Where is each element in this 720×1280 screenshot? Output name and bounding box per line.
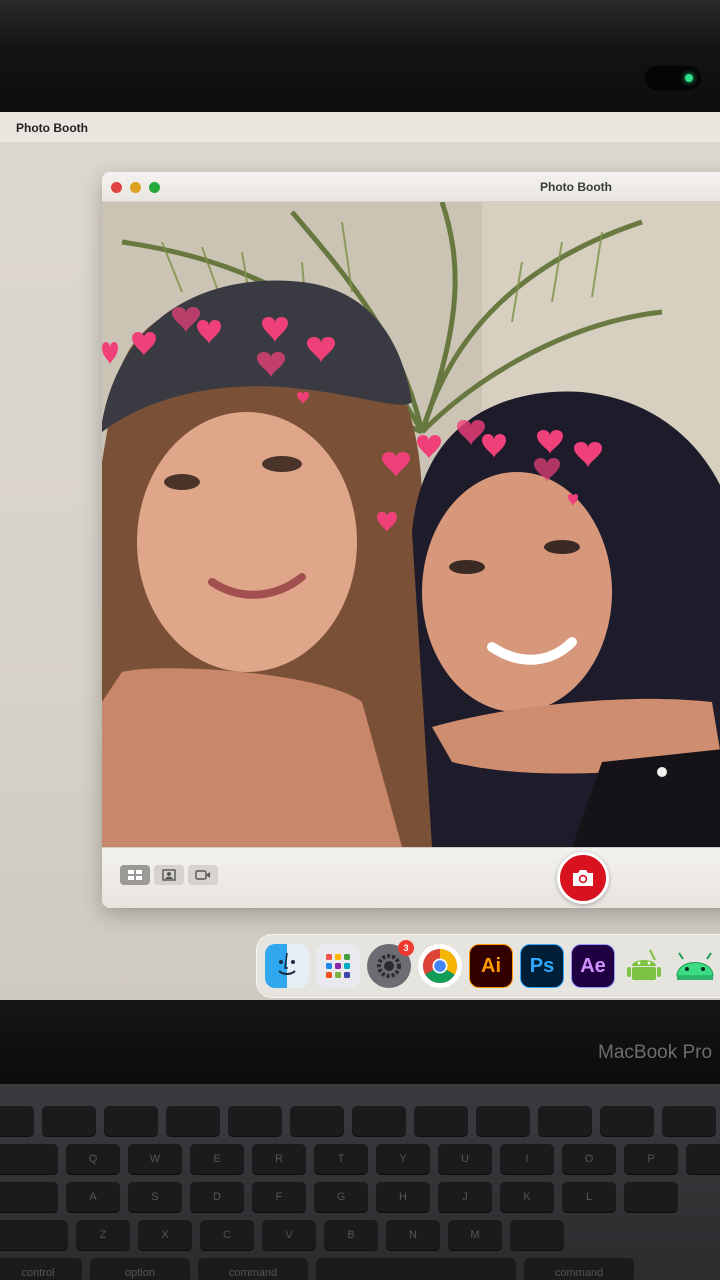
menu-bar: Photo Booth bbox=[0, 112, 720, 142]
key[interactable] bbox=[104, 1106, 158, 1136]
key[interactable] bbox=[686, 1144, 720, 1174]
key[interactable]: Y bbox=[376, 1144, 430, 1174]
dock-item-illustrator[interactable]: Ai bbox=[469, 944, 513, 988]
key[interactable]: A bbox=[66, 1182, 120, 1212]
laptop-screen: Photo Booth Photo Booth 3 Ai Ps Ae bbox=[0, 112, 720, 1004]
key[interactable] bbox=[0, 1220, 68, 1250]
dock-item-after-effects[interactable]: Ae bbox=[571, 944, 615, 988]
dock-item-photoshop[interactable]: Ps bbox=[520, 944, 564, 988]
menu-app-name[interactable]: Photo Booth bbox=[16, 121, 88, 135]
key[interactable]: T bbox=[314, 1144, 368, 1174]
photo-booth-toolbar bbox=[102, 847, 720, 908]
dock-item-system-settings[interactable]: 3 bbox=[367, 940, 414, 988]
key[interactable]: X bbox=[138, 1220, 192, 1250]
key[interactable]: Z bbox=[76, 1220, 130, 1250]
system-settings-icon bbox=[377, 954, 401, 978]
key[interactable] bbox=[166, 1106, 220, 1136]
key[interactable]: command bbox=[524, 1258, 634, 1280]
key[interactable] bbox=[476, 1106, 530, 1136]
key[interactable] bbox=[414, 1106, 468, 1136]
key[interactable]: B bbox=[324, 1220, 378, 1250]
keyboard-row-3: ASDFGHJKL bbox=[0, 1182, 678, 1214]
key[interactable]: J bbox=[438, 1182, 492, 1212]
laptop-top-bezel bbox=[0, 0, 720, 118]
key[interactable]: L bbox=[562, 1182, 616, 1212]
single-photo-button[interactable] bbox=[154, 865, 184, 885]
camera-active-dot bbox=[685, 74, 693, 82]
android-studio-icon bbox=[627, 949, 661, 980]
video-mode-button[interactable] bbox=[188, 865, 218, 885]
chrome-icon bbox=[423, 949, 457, 983]
preview-scene bbox=[102, 202, 720, 847]
key[interactable]: V bbox=[262, 1220, 316, 1250]
dock-item-android[interactable] bbox=[673, 944, 717, 988]
dock-item-chrome[interactable] bbox=[418, 944, 462, 988]
grid-mode-button[interactable] bbox=[120, 865, 150, 885]
key[interactable]: I bbox=[500, 1144, 554, 1174]
window-title: Photo Booth bbox=[540, 180, 612, 194]
camera-icon bbox=[573, 870, 593, 886]
key[interactable]: F bbox=[252, 1182, 306, 1212]
key[interactable]: option bbox=[90, 1258, 190, 1280]
zoom-button[interactable] bbox=[149, 182, 160, 193]
key[interactable] bbox=[624, 1182, 678, 1212]
video-icon bbox=[195, 870, 210, 880]
grid-mode-icon bbox=[128, 870, 142, 880]
key[interactable]: O bbox=[562, 1144, 616, 1174]
camera-indicator bbox=[645, 66, 701, 90]
key[interactable]: G bbox=[314, 1182, 368, 1212]
key[interactable]: S bbox=[128, 1182, 182, 1212]
dock: 3 Ai Ps Ae bbox=[256, 934, 720, 1004]
launchpad-icon bbox=[326, 954, 350, 978]
key[interactable] bbox=[538, 1106, 592, 1136]
key[interactable] bbox=[510, 1220, 564, 1250]
key[interactable]: R bbox=[252, 1144, 306, 1174]
window-titlebar[interactable]: Photo Booth bbox=[102, 172, 720, 202]
key[interactable] bbox=[0, 1182, 58, 1212]
key[interactable] bbox=[316, 1258, 516, 1280]
key[interactable]: control bbox=[0, 1258, 82, 1280]
dock-item-android-studio[interactable] bbox=[622, 944, 666, 988]
notification-badge: 3 bbox=[398, 940, 414, 956]
key[interactable]: N bbox=[386, 1220, 440, 1250]
android-icon bbox=[676, 952, 714, 980]
keyboard-row-2: QWERTYUIOP bbox=[0, 1144, 720, 1176]
key[interactable] bbox=[228, 1106, 282, 1136]
single-photo-icon bbox=[162, 869, 176, 881]
minimize-button[interactable] bbox=[130, 182, 141, 193]
keyboard-row-1 bbox=[0, 1106, 716, 1138]
key[interactable]: D bbox=[190, 1182, 244, 1212]
key[interactable]: command bbox=[198, 1258, 308, 1280]
key[interactable] bbox=[290, 1106, 344, 1136]
key[interactable] bbox=[662, 1106, 716, 1136]
laptop-brand: MacBook Pro bbox=[598, 1042, 713, 1063]
dock-item-finder[interactable] bbox=[265, 944, 309, 1004]
key[interactable] bbox=[0, 1106, 34, 1136]
key[interactable]: Q bbox=[66, 1144, 120, 1174]
key[interactable]: H bbox=[376, 1182, 430, 1212]
key[interactable]: C bbox=[200, 1220, 254, 1250]
photo-booth-window: Photo Booth bbox=[102, 172, 720, 908]
key[interactable] bbox=[352, 1106, 406, 1136]
key[interactable] bbox=[42, 1106, 96, 1136]
key[interactable] bbox=[600, 1106, 654, 1136]
key[interactable]: K bbox=[500, 1182, 554, 1212]
take-photo-button[interactable] bbox=[557, 852, 609, 904]
key[interactable] bbox=[0, 1144, 58, 1174]
key[interactable]: W bbox=[128, 1144, 182, 1174]
key[interactable]: E bbox=[190, 1144, 244, 1174]
key[interactable]: P bbox=[624, 1144, 678, 1174]
key[interactable]: U bbox=[438, 1144, 492, 1174]
close-button[interactable] bbox=[111, 182, 122, 193]
finder-icon bbox=[278, 952, 296, 975]
capture-mode-group bbox=[120, 865, 218, 885]
camera-preview bbox=[102, 202, 720, 847]
dock-item-launchpad[interactable] bbox=[316, 944, 360, 988]
keyboard: QWERTYUIOP ASDFGHJKL ZXCVBNM control opti… bbox=[0, 1084, 720, 1280]
key[interactable]: M bbox=[448, 1220, 502, 1250]
keyboard-row-4: ZXCVBNM bbox=[0, 1220, 564, 1252]
laptop-bottom-bezel: MacBook Pro bbox=[0, 1000, 720, 1084]
keyboard-row-5: control option command command bbox=[0, 1258, 634, 1280]
